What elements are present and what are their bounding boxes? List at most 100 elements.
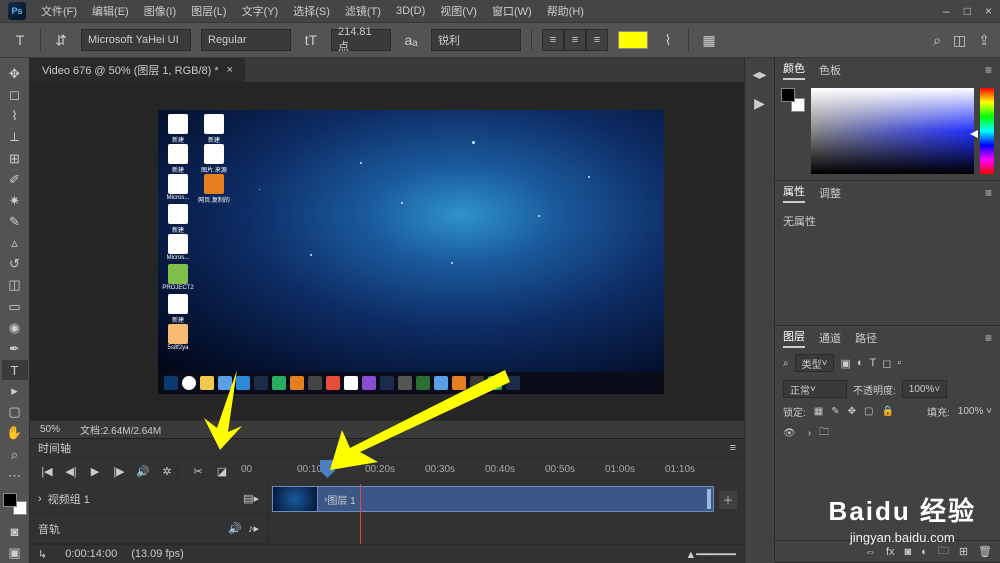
menu-item[interactable]: 图层(L) — [185, 1, 232, 21]
layer-kind-select[interactable]: 类型 ˅ — [795, 354, 835, 372]
type-tool-icon[interactable]: T — [2, 360, 28, 380]
time-ruler[interactable]: 00 00:10s 00:20s 00:30s 00:40s 00:50s 01… — [237, 458, 736, 484]
screenmode-icon[interactable]: ▣ — [2, 543, 28, 563]
quickmask-icon[interactable]: ◙ — [2, 522, 28, 542]
hand-tool-icon[interactable]: ✋ — [2, 423, 28, 443]
history-brush-icon[interactable]: ↺ — [2, 254, 28, 274]
tab-swatches[interactable]: 色板 — [819, 62, 841, 78]
delete-icon[interactable]: 🗑 — [978, 545, 992, 558]
fx-icon[interactable]: fx — [886, 546, 895, 558]
lock-all-icon[interactable]: 🔒 — [881, 406, 893, 417]
marquee-tool-icon[interactable]: ◻ — [2, 85, 28, 105]
playhead[interactable] — [320, 460, 335, 478]
path-select-icon[interactable]: ▸ — [2, 381, 28, 401]
filter-type-icon[interactable]: T — [870, 357, 877, 369]
panel-menu-icon[interactable]: ≡ — [985, 331, 992, 345]
collapse-icon[interactable]: ◂▸ — [752, 66, 766, 83]
blend-mode-select[interactable]: 正常 ˅ — [783, 380, 847, 398]
color-picker[interactable] — [811, 88, 974, 174]
goto-start-icon[interactable]: |◀ — [38, 462, 56, 480]
video-clip[interactable]: › 图层 1 ＋ — [272, 486, 714, 512]
split-icon[interactable]: ✂ — [189, 462, 207, 480]
render-icon[interactable]: ↳ — [38, 548, 47, 561]
menu-item[interactable]: 窗口(W) — [486, 1, 538, 21]
close-icon[interactable]: × — [985, 4, 992, 18]
align-right-icon[interactable]: ≡ — [586, 29, 608, 51]
search-icon[interactable]: ⌕ — [783, 358, 789, 369]
align-left-icon[interactable]: ≡ — [542, 29, 564, 51]
panel-menu-icon[interactable]: ≡ — [730, 442, 736, 454]
hue-slider[interactable] — [980, 88, 994, 174]
healing-tool-icon[interactable]: ✷ — [2, 191, 28, 211]
text-orientation-icon[interactable]: ⇵ — [51, 30, 71, 50]
text-color-swatch[interactable] — [618, 31, 648, 49]
mask-icon[interactable]: ◙ — [905, 546, 912, 558]
menu-item[interactable]: 3D(D) — [390, 3, 431, 19]
tab-layers[interactable]: 图层 — [783, 328, 805, 348]
play-icon[interactable]: ▶ — [86, 462, 104, 480]
fg-bg-colors[interactable] — [3, 493, 27, 515]
menu-item[interactable]: 帮助(H) — [541, 1, 590, 21]
video-group-row[interactable]: ›视频组 1 ▤▸ — [30, 484, 267, 514]
next-frame-icon[interactable]: |▶ — [110, 462, 128, 480]
type-tool-icon[interactable]: T — [10, 30, 30, 50]
pen-tool-icon[interactable]: ✒ — [2, 339, 28, 359]
edit-toolbar-icon[interactable]: ⋯ — [2, 466, 28, 486]
zoom-tool-icon[interactable]: ⌕ — [2, 445, 28, 465]
filter-smart-icon[interactable]: ▫ — [897, 357, 901, 369]
play-panel-icon[interactable]: ▶ — [754, 95, 765, 112]
antialias-select[interactable]: 锐利 — [431, 29, 521, 51]
filter-shape-icon[interactable]: ◻ — [882, 357, 891, 370]
add-media-icon[interactable]: ＋ — [719, 491, 737, 509]
music-icon[interactable]: ♪▸ — [248, 522, 259, 535]
move-tool-icon[interactable]: ✥ — [2, 64, 28, 84]
panel-menu-icon[interactable]: ≡ — [985, 186, 992, 200]
tab-adjustments[interactable]: 调整 — [819, 185, 841, 201]
workspace-icon[interactable]: ◫ — [953, 32, 966, 49]
tab-properties[interactable]: 属性 — [783, 183, 805, 203]
visibility-icon[interactable]: 👁 — [783, 428, 796, 439]
opacity-input[interactable]: 100% ˅ — [902, 380, 947, 398]
link-icon[interactable]: ⇔ — [865, 546, 876, 558]
search-icon[interactable]: ⌕ — [933, 32, 941, 49]
menu-item[interactable]: 滤镜(T) — [339, 1, 387, 21]
tab-channels[interactable]: 通道 — [819, 330, 841, 346]
tab-close-icon[interactable]: × — [227, 64, 233, 76]
font-size-input[interactable]: 214.81 点 — [331, 29, 391, 51]
eyedropper-tool-icon[interactable]: ✐ — [2, 170, 28, 190]
character-panel-icon[interactable]: ▦ — [699, 30, 719, 50]
lock-artboard-icon[interactable]: ▢ — [864, 406, 873, 417]
lock-pixel-icon[interactable]: ▦ — [814, 406, 823, 417]
font-style-select[interactable]: Regular — [201, 29, 291, 51]
gradient-tool-icon[interactable]: ▭ — [2, 297, 28, 317]
share-icon[interactable]: ⇪ — [978, 32, 990, 49]
prev-frame-icon[interactable]: ◀| — [62, 462, 80, 480]
tab-paths[interactable]: 路径 — [855, 330, 877, 346]
menu-item[interactable]: 文字(Y) — [236, 1, 285, 21]
group-icon[interactable]: 🗀 — [938, 542, 949, 561]
crop-tool-icon[interactable]: ⟂ — [2, 127, 28, 147]
filter-image-icon[interactable]: ▣ — [840, 357, 850, 370]
lock-paint-icon[interactable]: ✎ — [831, 406, 839, 417]
menu-item[interactable]: 图像(I) — [138, 1, 182, 21]
brush-tool-icon[interactable]: ✎ — [2, 212, 28, 232]
audio-icon[interactable]: 🔊 — [228, 522, 242, 535]
transition-icon[interactable]: ◪ — [213, 462, 231, 480]
lasso-tool-icon[interactable]: ⌇ — [2, 106, 28, 126]
mute-icon[interactable]: 🔊 — [134, 462, 152, 480]
menu-item[interactable]: 文件(F) — [35, 1, 83, 21]
minimize-icon[interactable]: – — [943, 4, 950, 18]
blur-tool-icon[interactable]: ◉ — [2, 318, 28, 338]
frame-tool-icon[interactable]: ⊞ — [2, 149, 28, 169]
panel-menu-icon[interactable]: ≡ — [985, 63, 992, 77]
menu-item[interactable]: 视图(V) — [434, 1, 483, 21]
maximize-icon[interactable]: □ — [964, 4, 971, 18]
menu-item[interactable]: 选择(S) — [287, 1, 336, 21]
lock-position-icon[interactable]: ✥ — [848, 406, 856, 417]
warp-text-icon[interactable]: ⌇ — [658, 30, 678, 50]
canvas-area[interactable]: 新建 新建 Micros... 新建 Micros... PROJECT2 新建… — [30, 82, 744, 420]
audio-track-row[interactable]: 音轨 🔊♪▸ — [30, 514, 267, 544]
document-tab[interactable]: Video 676 @ 50% (图层 1, RGB/8) * × — [30, 58, 245, 82]
fill-input[interactable]: 100% ˅ — [958, 406, 992, 417]
tab-color[interactable]: 颜色 — [783, 60, 805, 80]
